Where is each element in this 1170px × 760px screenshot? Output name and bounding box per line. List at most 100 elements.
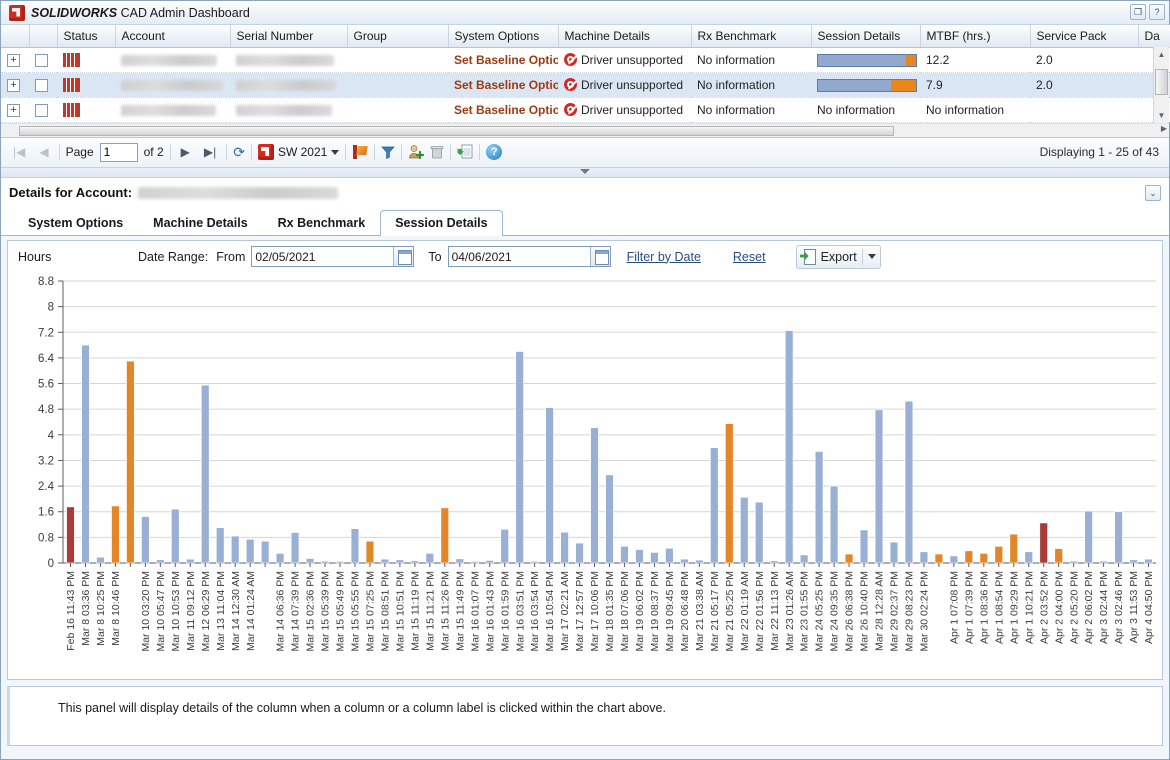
table-row[interactable]: + Set Baseline Options Driver unsupporte… [1,97,1170,122]
grid-col-group[interactable]: Group [347,25,448,47]
last-page-icon[interactable]: ▶| [200,143,220,161]
row-mtbf-cell: 7.9 [920,72,1030,97]
toolbar-separator [345,144,346,160]
grid-col-system-options[interactable]: System Options [448,25,558,47]
machine-details-text: Driver unsupported [581,103,683,117]
row-session-details-cell[interactable] [811,72,920,97]
grid-col-status[interactable]: Status [57,25,115,47]
from-date-field[interactable] [251,246,414,267]
driver-unsupported-icon [564,53,577,66]
svg-text:Mar 8 10:46 PM: Mar 8 10:46 PM [110,571,122,646]
tab-system-options[interactable]: System Options [13,210,138,235]
row-serial-cell [230,97,347,122]
redacted-account [121,55,217,66]
reset-link[interactable]: Reset [733,250,766,264]
grid-col-serial-number[interactable]: Serial Number [230,25,347,47]
first-page-icon[interactable]: |◀ [9,143,29,161]
row-checkbox-cell[interactable] [29,47,57,72]
set-baseline-options-link[interactable]: Set Baseline Options [454,78,558,92]
tab-machine-details[interactable]: Machine Details [138,210,262,235]
calendar-icon[interactable] [393,247,413,266]
next-page-icon[interactable]: ▶ [177,143,194,161]
row-expander-cell[interactable]: + [1,47,29,72]
version-selector[interactable]: SW 2021 [258,144,339,160]
grid-horizontal-scrollbar[interactable]: ▶ [1,123,1169,137]
funnel-filter-icon[interactable] [381,145,395,159]
restore-button[interactable]: ❐ [1130,4,1146,20]
grid-col-account[interactable]: Account [115,25,230,47]
pager-toolbar: |◀ ◀ Page of 2 ▶ ▶| ⟳ SW 2021 [1,138,1169,168]
expand-row-icon[interactable]: + [7,54,20,67]
row-checkbox[interactable] [35,79,48,92]
row-checkbox-cell[interactable] [29,72,57,97]
export-button[interactable]: Export [796,245,881,269]
table-row[interactable]: + Set Baseline Options Driver unsupporte… [1,72,1170,97]
svg-text:Apr 1 08:36 PM: Apr 1 08:36 PM [978,571,990,644]
vertical-scroll-thumb[interactable] [1155,69,1168,95]
calendar-icon[interactable] [590,247,610,266]
tab-session-details[interactable]: Session Details [380,210,502,236]
app-window: SOLIDWORKS CAD Admin Dashboard ❐ ? Statu… [0,0,1170,760]
row-rx-benchmark-cell: No information [691,72,811,97]
horizontal-scroll-thumb[interactable] [19,126,894,136]
chevron-down-icon[interactable] [331,150,339,155]
row-group-cell [347,47,448,72]
collapse-chevron-icon[interactable]: ⌄ [1145,185,1161,201]
splitter-collapse-strip[interactable] [1,168,1169,178]
row-system-options-cell[interactable]: Set Baseline Options [448,72,558,97]
scroll-down-icon[interactable]: ▼ [1154,108,1169,124]
scroll-up-icon[interactable]: ▲ [1154,47,1169,63]
grid-col-session-details[interactable]: Session Details [811,25,920,47]
to-date-input[interactable] [449,248,589,265]
svg-text:Mar 14 12:30 AM: Mar 14 12:30 AM [230,571,242,651]
help-button[interactable]: ? [1149,4,1165,20]
redacted-account-value [138,187,338,199]
tab-rx-benchmark[interactable]: Rx Benchmark [263,210,381,235]
grid-col-machine-details[interactable]: Machine Details [558,25,691,47]
set-baseline-options-link[interactable]: Set Baseline Options [454,53,558,67]
from-date-input[interactable] [252,248,392,265]
add-user-icon[interactable] [408,144,424,160]
session-bar[interactable] [817,79,917,92]
chart-svg[interactable]: 00.81.62.43.244.85.66.47.288.8Feb 16 11:… [8,273,1164,673]
page-number-input[interactable] [100,143,138,162]
toolbar-separator [251,144,252,160]
filter-by-date-link[interactable]: Filter by Date [627,250,701,264]
grid-col-mtbf[interactable]: MTBF (hrs.) [920,25,1030,47]
grid-col-check[interactable] [29,25,57,47]
grid-col-service-pack[interactable]: Service Pack [1030,25,1138,47]
grid-col-da[interactable]: Da [1138,25,1170,47]
delete-trash-icon[interactable] [430,145,444,160]
grid-col-rx-benchmark[interactable]: Rx Benchmark [691,25,811,47]
previous-page-icon[interactable]: ◀ [35,143,52,161]
to-date-field[interactable] [448,246,611,267]
row-machine-details-cell: Driver unsupported [558,97,691,122]
to-label: To [428,250,441,264]
session-hours-chart[interactable]: 00.81.62.43.244.85.66.47.288.8Feb 16 11:… [8,273,1162,673]
help-icon[interactable]: ? [486,144,502,160]
scroll-right-icon[interactable]: ▶ [1161,124,1167,133]
table-row[interactable]: + Set Baseline Options Driver unsupporte… [1,47,1170,72]
row-system-options-cell[interactable]: Set Baseline Options [448,97,558,122]
row-checkbox[interactable] [35,104,48,117]
svg-text:Apr 3 02:44 PM: Apr 3 02:44 PM [1098,571,1110,644]
set-baseline-options-link[interactable]: Set Baseline Options [454,103,558,117]
chevron-down-icon[interactable] [868,254,876,259]
row-checkbox-cell[interactable] [29,97,57,122]
grid-col-expand[interactable] [1,25,29,47]
session-bar[interactable] [817,54,917,67]
chevron-down-icon[interactable] [580,169,590,174]
row-checkbox[interactable] [35,54,48,67]
row-mtbf-cell: 12.2 [920,47,1030,72]
expand-row-icon[interactable]: + [7,104,20,117]
row-session-details-cell[interactable] [811,47,920,72]
row-expander-cell[interactable]: + [1,72,29,97]
row-system-options-cell[interactable]: Set Baseline Options [448,47,558,72]
grid-vertical-scrollbar[interactable]: ▲ ▼ [1153,47,1169,124]
expand-row-icon[interactable]: + [7,79,20,92]
refresh-icon[interactable]: ⟳ [233,144,245,161]
export-excel-icon[interactable] [457,144,473,160]
svg-text:Mar 24 09:35 PM: Mar 24 09:35 PM [829,571,841,652]
flag-filter-icon[interactable] [352,144,368,160]
row-expander-cell[interactable]: + [1,97,29,122]
